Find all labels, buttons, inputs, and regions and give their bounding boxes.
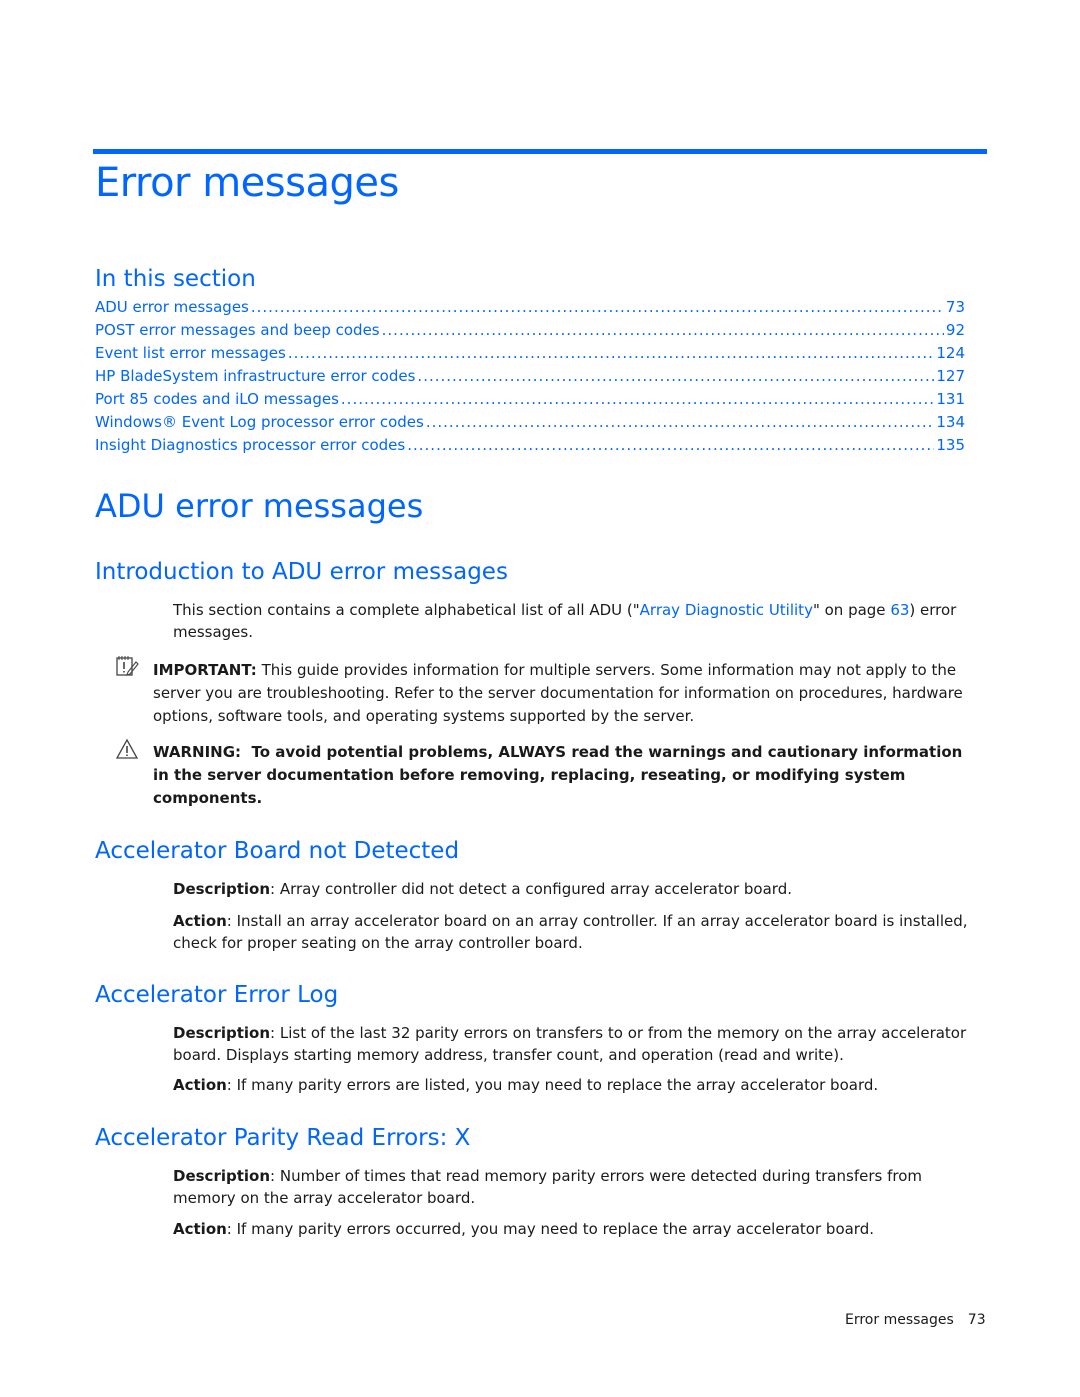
important-notepad-icon: [115, 654, 139, 678]
toc-page[interactable]: 135: [936, 436, 965, 454]
important-label: IMPORTANT:: [153, 661, 257, 679]
toc-list: ADU error messages 73 POST error messages…: [95, 298, 965, 459]
action-label: Action: [173, 1220, 227, 1238]
page-footer: Error messages 73: [845, 1312, 986, 1328]
toc-page[interactable]: 73: [946, 298, 965, 316]
action-text: : Install an array accelerator board on …: [173, 912, 968, 952]
description-text: : Array controller did not detect a conf…: [270, 880, 792, 898]
toc-leader: [341, 390, 934, 408]
toc-leader: [251, 298, 944, 316]
toc-label[interactable]: Windows® Event Log processor error codes: [95, 413, 424, 431]
description-label: Description: [173, 880, 271, 898]
intro-paragraph: This section contains a complete alphabe…: [173, 599, 983, 643]
toc-entry[interactable]: Port 85 codes and iLO messages 131: [95, 390, 965, 413]
toc-leader: [288, 344, 935, 362]
toc-page[interactable]: 92: [946, 321, 965, 339]
message-description: Description: Array controller did not de…: [173, 878, 983, 900]
footer-label: Error messages: [845, 1312, 954, 1328]
warning-label: WARNING:: [153, 743, 242, 761]
toc-entry[interactable]: POST error messages and beep codes 92: [95, 321, 965, 344]
message-title: Accelerator Parity Read Errors: X: [95, 1125, 471, 1151]
important-text: This guide provides information for mult…: [153, 661, 963, 725]
toc-page[interactable]: 124: [936, 344, 965, 362]
intro-text: " on page: [812, 601, 891, 619]
toc-entry[interactable]: Event list error messages 124: [95, 344, 965, 367]
message-description: Description: Number of times that read m…: [173, 1165, 983, 1209]
toc-entry[interactable]: Windows® Event Log processor error codes…: [95, 413, 965, 436]
toc-page[interactable]: 134: [936, 413, 965, 431]
description-text: : Number of times that read memory parit…: [173, 1167, 922, 1207]
toc-entry[interactable]: HP BladeSystem infrastructure error code…: [95, 367, 965, 390]
toc-leader: [407, 436, 934, 454]
toc-label[interactable]: Event list error messages: [95, 344, 286, 362]
message-description: Description: List of the last 32 parity …: [173, 1022, 983, 1066]
subsection-heading: Introduction to ADU error messages: [95, 559, 508, 585]
page-number: 73: [967, 1312, 986, 1328]
section-heading: ADU error messages: [95, 487, 424, 525]
toc-label[interactable]: ADU error messages: [95, 298, 249, 316]
important-notice: IMPORTANT: This guide provides informati…: [153, 659, 978, 728]
toc-label[interactable]: HP BladeSystem infrastructure error code…: [95, 367, 415, 385]
toc-page[interactable]: 131: [936, 390, 965, 408]
action-label: Action: [173, 1076, 227, 1094]
toc-entry[interactable]: Insight Diagnostics processor error code…: [95, 436, 965, 459]
toc-label[interactable]: Port 85 codes and iLO messages: [95, 390, 339, 408]
chapter-title: Error messages: [95, 160, 399, 206]
message-action: Action: Install an array accelerator boa…: [173, 910, 983, 954]
description-label: Description: [173, 1024, 271, 1042]
toc-leader: [417, 367, 934, 385]
description-label: Description: [173, 1167, 271, 1185]
toc-leader: [382, 321, 944, 339]
toc-label[interactable]: POST error messages and beep codes: [95, 321, 380, 339]
toc-label[interactable]: Insight Diagnostics processor error code…: [95, 436, 405, 454]
action-text: : If many parity errors are listed, you …: [226, 1076, 879, 1094]
page-link[interactable]: 63: [890, 601, 909, 619]
message-title: Accelerator Board not Detected: [95, 838, 460, 864]
action-text: : If many parity errors occurred, you ma…: [226, 1220, 875, 1238]
array-diagnostic-utility-link[interactable]: Array Diagnostic Utility: [640, 601, 813, 619]
in-this-section-heading: In this section: [95, 266, 256, 292]
warning-text: To avoid potential problems, ALWAYS read…: [153, 743, 963, 807]
warning-notice: WARNING: To avoid potential problems, AL…: [153, 741, 978, 810]
action-label: Action: [173, 912, 227, 930]
message-action: Action: If many parity errors are listed…: [173, 1074, 983, 1096]
message-action: Action: If many parity errors occurred, …: [173, 1218, 983, 1240]
toc-leader: [426, 413, 935, 431]
intro-text: This section contains a complete alphabe…: [173, 601, 640, 619]
message-title: Accelerator Error Log: [95, 982, 339, 1008]
warning-triangle-icon: [115, 738, 139, 762]
chapter-rule: [93, 149, 987, 154]
toc-entry[interactable]: ADU error messages 73: [95, 298, 965, 321]
toc-page[interactable]: 127: [936, 367, 965, 385]
description-text: : List of the last 32 parity errors on t…: [173, 1024, 967, 1064]
